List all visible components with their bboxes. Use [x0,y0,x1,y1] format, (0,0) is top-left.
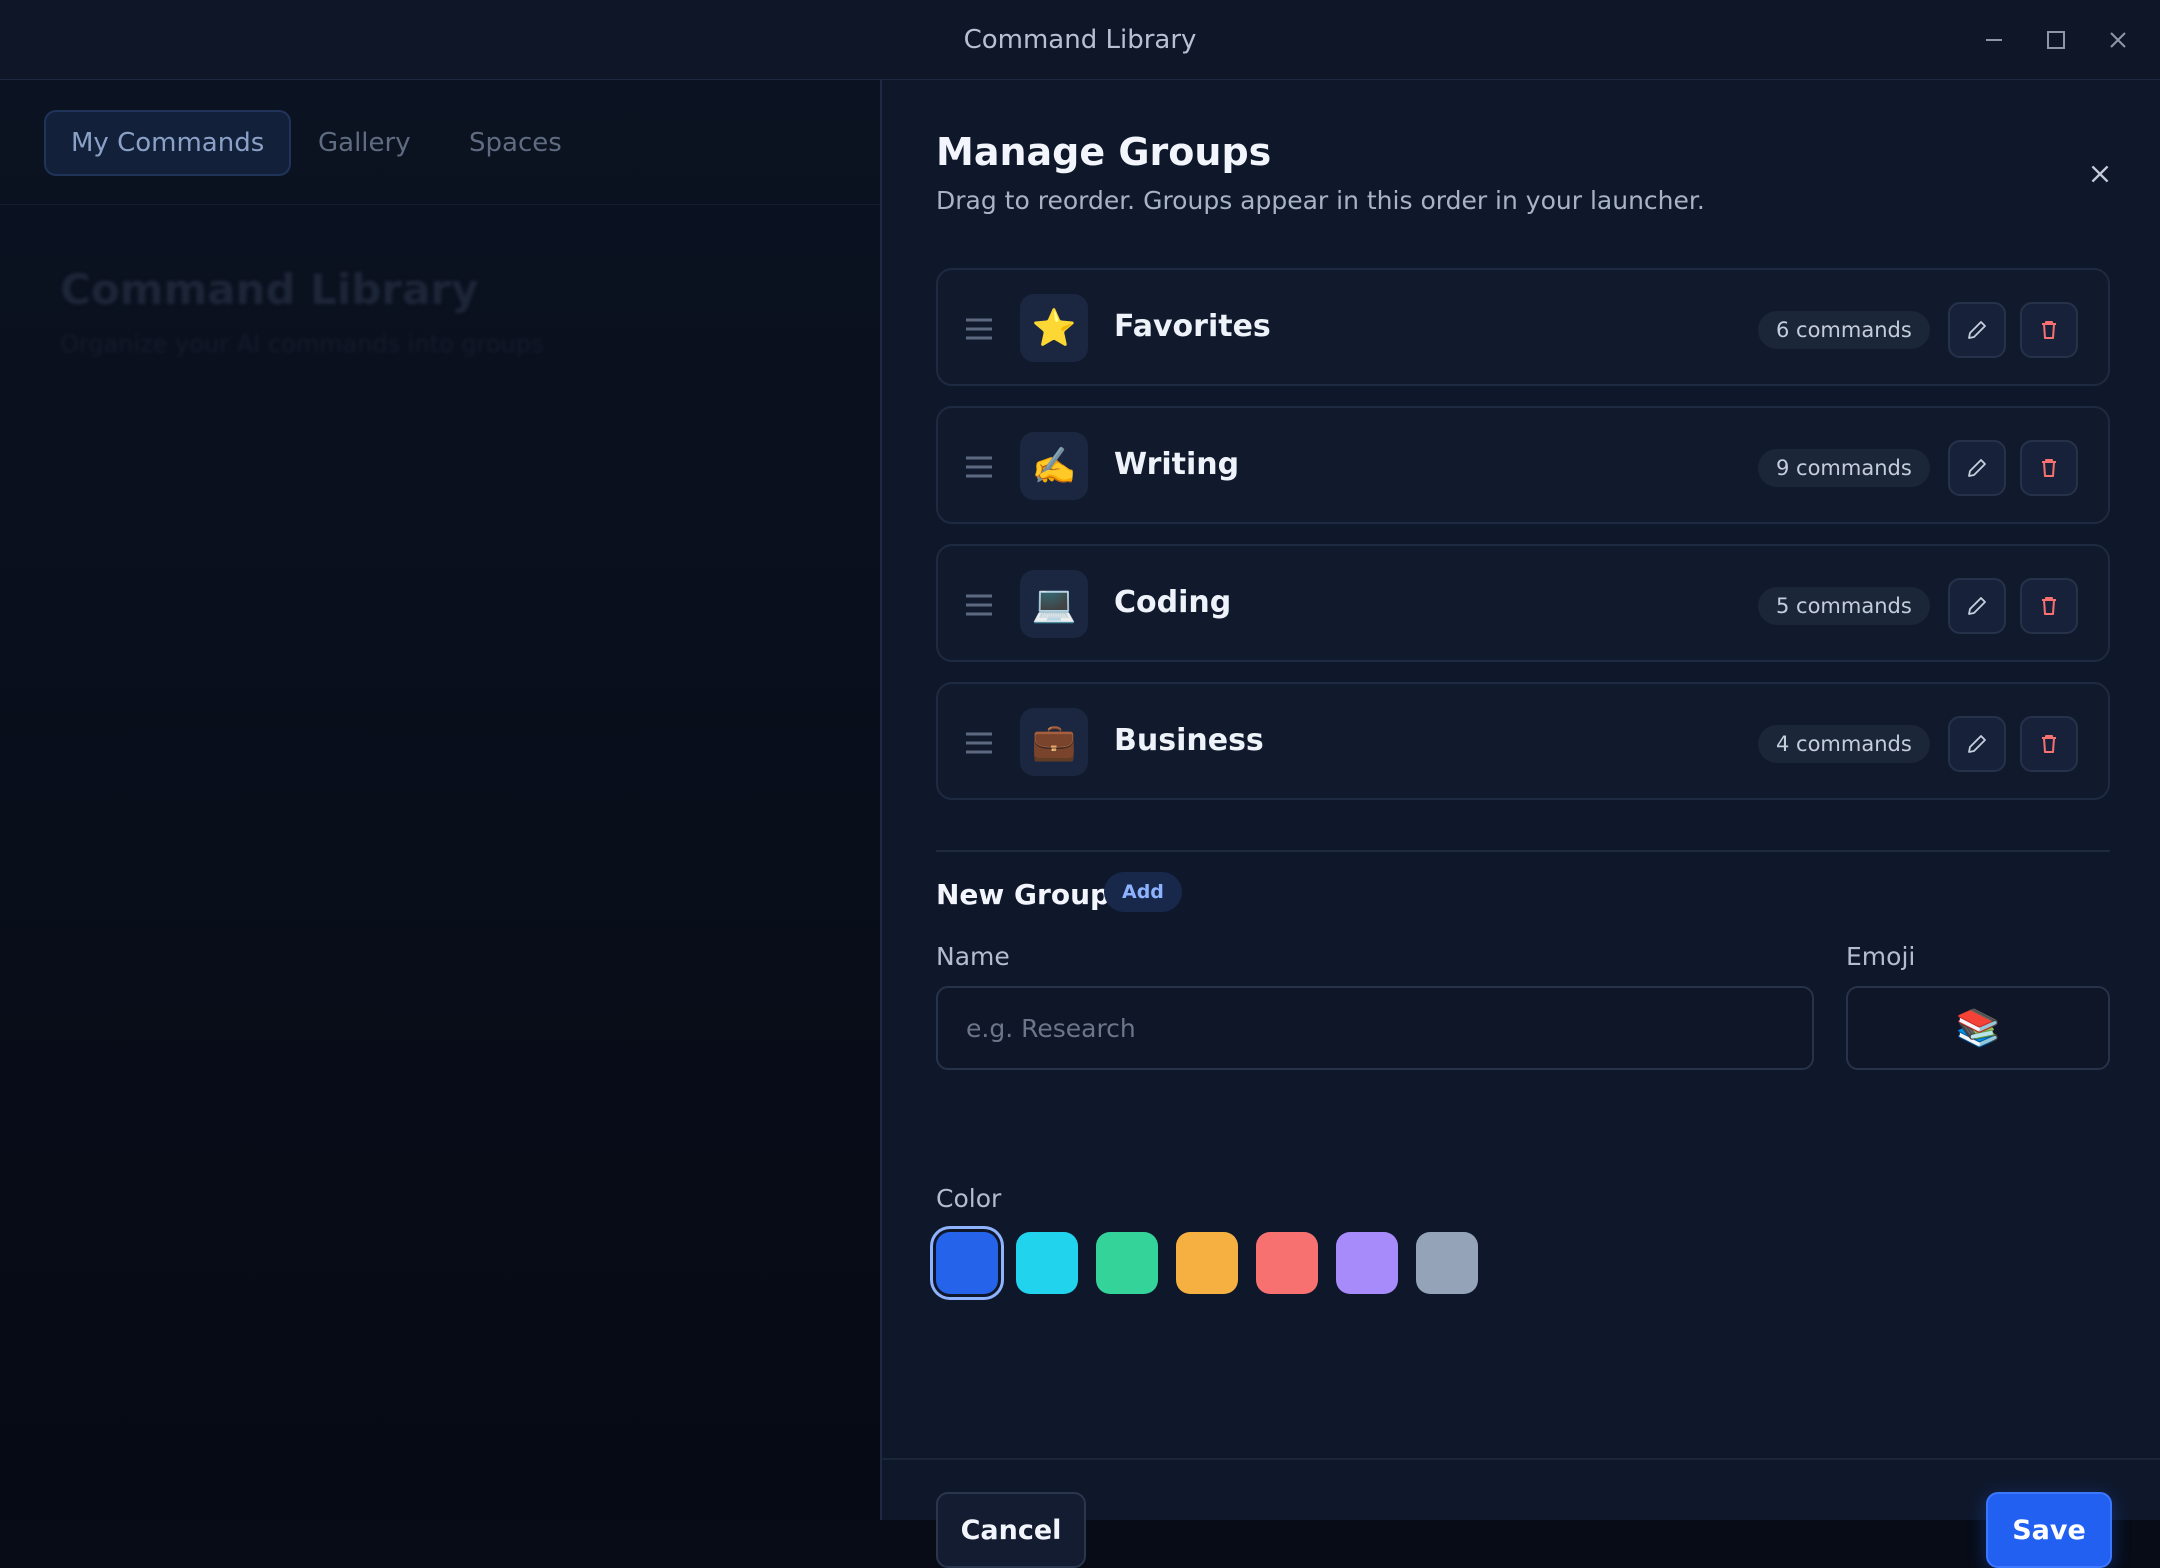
cancel-button[interactable]: Cancel [936,1492,1086,1568]
save-button[interactable]: Save [1986,1492,2112,1568]
maximize-button[interactable] [2038,22,2074,58]
group-name-input[interactable] [936,986,1814,1070]
group-name: Writing [1114,447,1240,482]
group-name: Business [1114,723,1264,758]
color-swatch-cyan[interactable] [1016,1232,1078,1294]
color-swatch-purple[interactable] [1336,1232,1398,1294]
delete-group-button[interactable] [2020,716,2078,772]
library-background: My Commands Gallery Spaces Command Libra… [0,80,880,1520]
tab-bar: My Commands Gallery Spaces [0,80,880,205]
group-row-favorites[interactable]: ⭐ Favorites 6 commands [936,268,2110,386]
group-emoji: ✍️ [1020,432,1088,500]
delete-group-button[interactable] [2020,440,2078,496]
group-name: Favorites [1114,309,1271,344]
command-count-badge: 5 commands [1758,587,1930,625]
tab-gallery[interactable]: Gallery [293,110,436,176]
pencil-icon [1968,597,1986,615]
panel-close-button[interactable] [2080,154,2120,194]
pencil-icon [1968,735,1986,753]
edit-group-button[interactable] [1948,716,2006,772]
color-label: Color [936,1184,1002,1213]
trash-icon [2042,735,2056,753]
edit-group-button[interactable] [1948,440,2006,496]
color-swatch-amber[interactable] [1176,1232,1238,1294]
pencil-icon [1968,321,1986,339]
emoji-label: Emoji [1846,942,1916,971]
group-row-writing[interactable]: ✍️ Writing 9 commands [936,406,2110,524]
delete-group-button[interactable] [2020,578,2078,634]
command-count-badge: 6 commands [1758,311,1930,349]
tab-my-commands[interactable]: My Commands [44,110,292,176]
page-heading: Command Library [60,265,479,314]
color-swatch-gray[interactable] [1416,1232,1478,1294]
pencil-icon [1968,459,1986,477]
footer-divider [882,1458,2160,1460]
emoji-picker[interactable]: 📚 [1846,986,2110,1070]
color-swatch-green[interactable] [1096,1232,1158,1294]
command-count-badge: 4 commands [1758,725,1930,763]
color-swatch-red[interactable] [1256,1232,1318,1294]
section-divider [936,850,2110,852]
drag-handle-icon[interactable] [964,452,994,482]
group-row-business[interactable]: 💼 Business 4 commands [936,682,2110,800]
group-list: ⭐ Favorites 6 commands ✍️ Writing 9 comm… [936,268,2110,820]
trash-icon [2042,321,2056,339]
name-label: Name [936,942,1010,971]
group-emoji: 💼 [1020,708,1088,776]
panel-title: Manage Groups [936,130,1272,174]
add-group-button[interactable]: Add [1104,872,1182,912]
edit-group-button[interactable] [1948,578,2006,634]
manage-groups-panel: Manage Groups Drag to reorder. Groups ap… [880,80,2160,1568]
group-emoji: 💻 [1020,570,1088,638]
edit-group-button[interactable] [1948,302,2006,358]
drag-handle-icon[interactable] [964,590,994,620]
group-emoji: ⭐ [1020,294,1088,362]
drag-handle-icon[interactable] [964,314,994,344]
window-close-button[interactable] [2100,22,2136,58]
close-icon [2091,165,2109,183]
command-count-badge: 9 commands [1758,449,1930,487]
title-bar: Command Library [0,0,2160,80]
drag-handle-icon[interactable] [964,728,994,758]
window-title: Command Library [963,25,1197,55]
group-name: Coding [1114,585,1232,620]
maximize-icon [2047,31,2065,49]
close-icon [2110,32,2126,48]
trash-icon [2042,459,2056,477]
minimize-button[interactable] [1976,22,2012,58]
color-swatch-blue[interactable] [936,1232,998,1294]
minimize-icon [1986,39,2002,41]
group-row-coding[interactable]: 💻 Coding 5 commands [936,544,2110,662]
new-group-heading: New Group [936,878,1111,911]
delete-group-button[interactable] [2020,302,2078,358]
trash-icon [2042,597,2056,615]
panel-subtitle: Drag to reorder. Groups appear in this o… [936,186,1705,215]
page-subheading: Organize your AI commands into groups [60,330,544,358]
tab-spaces[interactable]: Spaces [444,110,587,176]
